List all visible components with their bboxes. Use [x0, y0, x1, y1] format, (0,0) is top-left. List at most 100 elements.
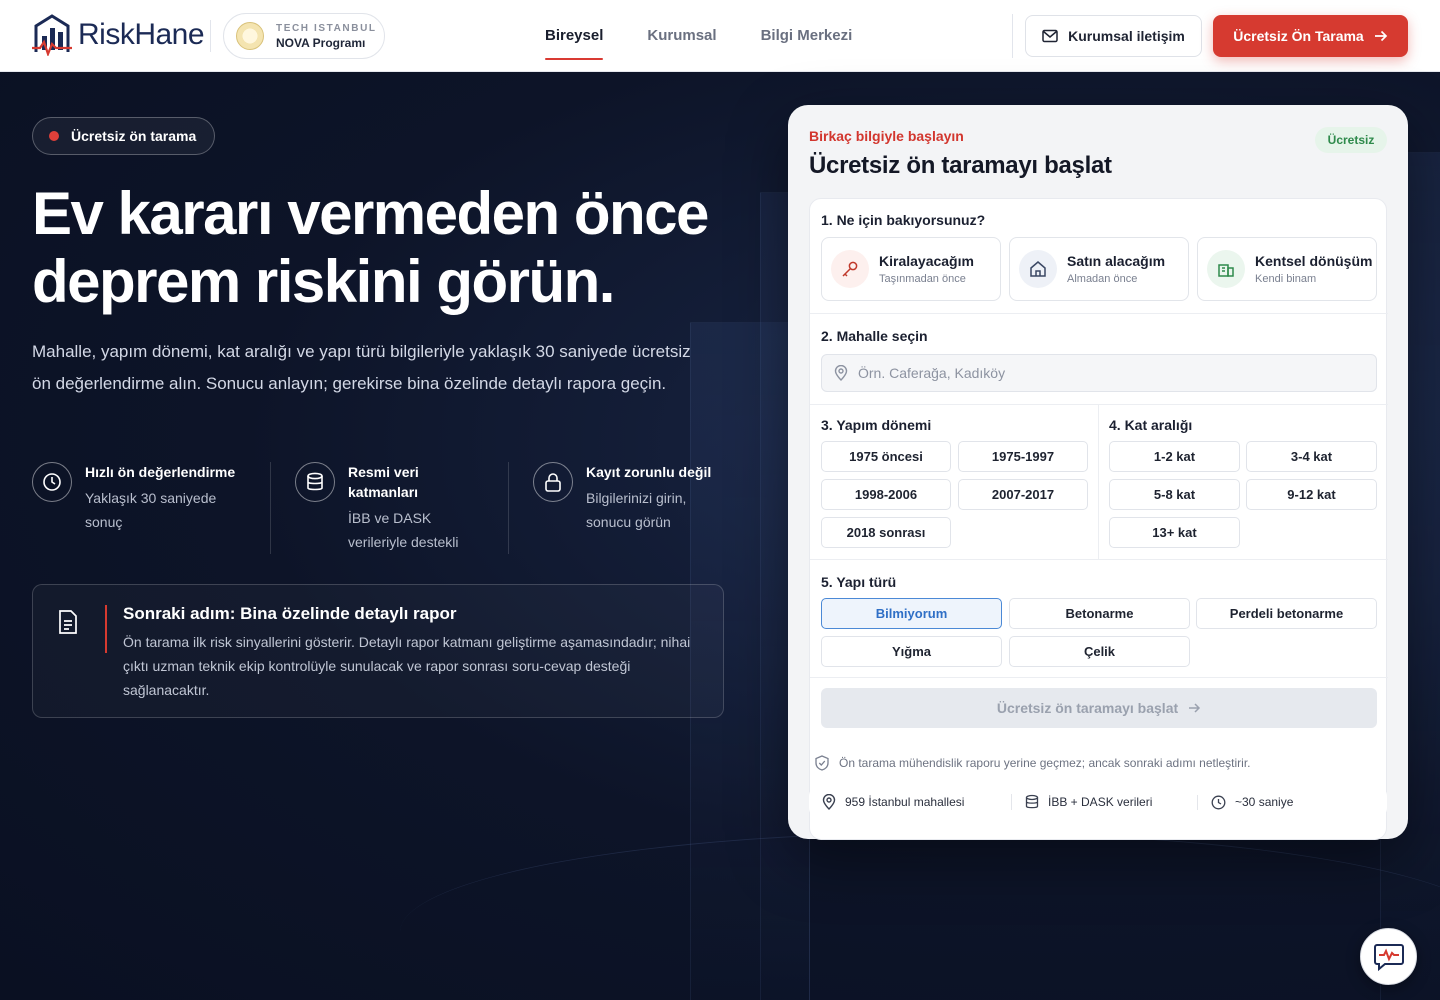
feature-subtitle: İBB ve DASK verileriyle destekli [348, 510, 459, 550]
purpose-option-urban-renewal[interactable]: Kentsel dönüşüm Kendi binam [1197, 237, 1377, 301]
next-step-accent-bar [105, 605, 107, 653]
corporate-contact-label: Kurumsal iletişim [1068, 28, 1185, 44]
form-panel: 1. Ne için bakıyorsunuz? Kiralayacağım T… [809, 198, 1388, 840]
nav-item-bilgi-merkezi[interactable]: Bilgi Merkezi [761, 0, 853, 72]
floor-option[interactable]: 13+ kat [1109, 517, 1240, 548]
period-option[interactable]: 2007-2017 [958, 479, 1088, 510]
question-1-label: 1. Ne için bakıyorsunuz? [821, 212, 986, 228]
headline-line-1: Ev kararı vermeden önce [32, 180, 709, 247]
building-type-option[interactable]: Betonarme [1009, 598, 1190, 629]
stats-bar: 959 İstanbul mahallesi İBB + DASK verile… [809, 786, 1387, 818]
free-scan-pill-label: Ücretsiz ön tarama [71, 128, 197, 144]
period-option[interactable]: 1975-1997 [958, 441, 1088, 472]
home-icon [1019, 250, 1057, 288]
main-nav: Bireysel Kurumsal Bilgi Merkezi [545, 0, 852, 72]
arrow-right-icon [1374, 30, 1387, 42]
lock-icon [533, 462, 573, 502]
arrow-right-icon [1189, 703, 1201, 713]
stat-item: ~30 saniye [1197, 794, 1387, 810]
program-bottom-text: NOVA Programı [276, 35, 366, 50]
question-5-label: 5. Yapı türü [821, 574, 897, 590]
nav-item-kurumsal[interactable]: Kurumsal [647, 0, 716, 72]
start-scan-label: Ücretsiz ön taramayı başlat [996, 700, 1179, 716]
tech-istanbul-seal-icon [236, 22, 264, 50]
period-option[interactable]: 1998-2006 [821, 479, 951, 510]
building-type-option-selected[interactable]: Bilmiyorum [821, 598, 1002, 629]
disclaimer-text: Ön tarama mühendislik raporu yerine geçm… [839, 756, 1251, 770]
feature-subtitle: Yaklaşık 30 saniyede sonuç [85, 490, 217, 530]
stat-label: 959 İstanbul mahallesi [845, 795, 965, 809]
floor-option[interactable]: 5-8 kat [1109, 479, 1240, 510]
corporate-contact-button[interactable]: Kurumsal iletişim [1025, 15, 1202, 57]
clock-icon [32, 462, 72, 502]
nova-program-badge: TECH ISTANBUL NOVA Programı [223, 13, 385, 59]
database-icon [295, 462, 335, 502]
document-icon [59, 610, 77, 634]
form-kicker: Birkaç bilgiyle başlayın [809, 128, 964, 144]
question-2-label: 2. Mahalle seçin [821, 328, 928, 344]
floor-option[interactable]: 9-12 kat [1246, 479, 1377, 510]
question-4-label: 4. Kat aralığı [1109, 417, 1193, 433]
purpose-title: Kentsel dönüşüm [1255, 253, 1373, 269]
section-vertical-divider [1098, 404, 1099, 559]
building-icon [1207, 250, 1245, 288]
hero-description: Mahalle, yapım dönemi, kat aralığı ve ya… [32, 342, 691, 393]
feature-title: Hızlı ön değerlendirme [85, 464, 236, 480]
building-type-option[interactable]: Perdeli betonarme [1196, 598, 1377, 629]
feature-list: Hızlı ön değerlendirme Yaklaşık 30 saniy… [32, 462, 746, 554]
stat-label: ~30 saniye [1235, 795, 1294, 809]
next-step-title: Sonraki adım: Bina özelinde detaylı rapo… [123, 604, 457, 623]
brand-logo[interactable]: RiskHane [32, 14, 205, 56]
free-scan-cta-label: Ücretsiz Ön Tarama [1233, 28, 1364, 44]
header-divider-right [1012, 14, 1013, 58]
background-wave [400, 832, 1440, 1000]
section-divider [810, 404, 1388, 405]
clock-icon [1211, 795, 1226, 809]
free-scan-pill: Ücretsiz ön tarama [32, 117, 215, 155]
period-option[interactable]: 2018 sonrası [821, 517, 951, 548]
feature-item: Resmi veri katmanları İBB ve DASK verile… [270, 462, 508, 554]
logo-mark-icon [32, 14, 72, 56]
purpose-subtitle: Kendi binam [1255, 273, 1317, 285]
purpose-option-rent[interactable]: Kiralayacağım Taşınmadan önce [821, 237, 1001, 301]
headline-line-2: deprem riskini görün. [32, 248, 615, 315]
purpose-subtitle: Taşınmadan önce [879, 273, 966, 285]
shield-check-icon [815, 755, 829, 771]
floor-option[interactable]: 1-2 kat [1109, 441, 1240, 472]
database-icon [1025, 794, 1039, 809]
feature-subtitle: Bilgilerinizi girin, sonucu görün [586, 490, 687, 530]
stat-item: 959 İstanbul mahallesi [809, 794, 1011, 810]
section-divider [810, 559, 1388, 560]
floor-option[interactable]: 3-4 kat [1246, 441, 1377, 472]
purpose-option-buy[interactable]: Satın alacağım Almadan önce [1009, 237, 1189, 301]
form-title: Ücretsiz ön taramayı başlat [809, 152, 1112, 179]
period-option[interactable]: 1975 öncesi [821, 441, 951, 472]
building-type-option[interactable]: Çelik [1009, 636, 1190, 667]
feature-title: Resmi veri katmanları [348, 464, 419, 500]
program-top-text: TECH ISTANBUL [276, 22, 377, 34]
neighborhood-search-input[interactable] [858, 365, 1358, 381]
building-type-option[interactable]: Yığma [821, 636, 1002, 667]
scan-form-card: Birkaç bilgiyle başlayın Ücretsiz ön tar… [788, 105, 1408, 840]
section-divider [810, 677, 1388, 678]
key-icon [831, 250, 869, 288]
feature-item: Hızlı ön değerlendirme Yaklaşık 30 saniy… [32, 462, 270, 554]
purpose-title: Kiralayacağım [879, 253, 974, 269]
brand-name: RiskHane [78, 18, 205, 51]
location-pin-icon [834, 365, 848, 381]
neighborhood-search[interactable] [821, 354, 1377, 392]
feature-item: Kayıt zorunlu değil Bilgilerinizi girin,… [508, 462, 746, 554]
free-scan-cta-button[interactable]: Ücretsiz Ön Tarama [1213, 15, 1408, 57]
stat-label: İBB + DASK verileri [1048, 795, 1153, 809]
nav-item-bireysel[interactable]: Bireysel [545, 0, 604, 72]
disclaimer: Ön tarama mühendislik raporu yerine geçm… [815, 755, 1251, 771]
next-step-box: Sonraki adım: Bina özelinde detaylı rapo… [32, 584, 724, 718]
start-scan-button[interactable]: Ücretsiz ön taramayı başlat [821, 688, 1377, 728]
chat-heartbeat-icon [1373, 943, 1404, 971]
chat-assistant-button[interactable] [1360, 928, 1417, 985]
feature-title: Kayıt zorunlu değil [586, 464, 712, 480]
purpose-subtitle: Almadan önce [1067, 273, 1138, 285]
purpose-title: Satın alacağım [1067, 253, 1166, 269]
mail-icon [1042, 29, 1058, 43]
section-divider [810, 313, 1388, 314]
